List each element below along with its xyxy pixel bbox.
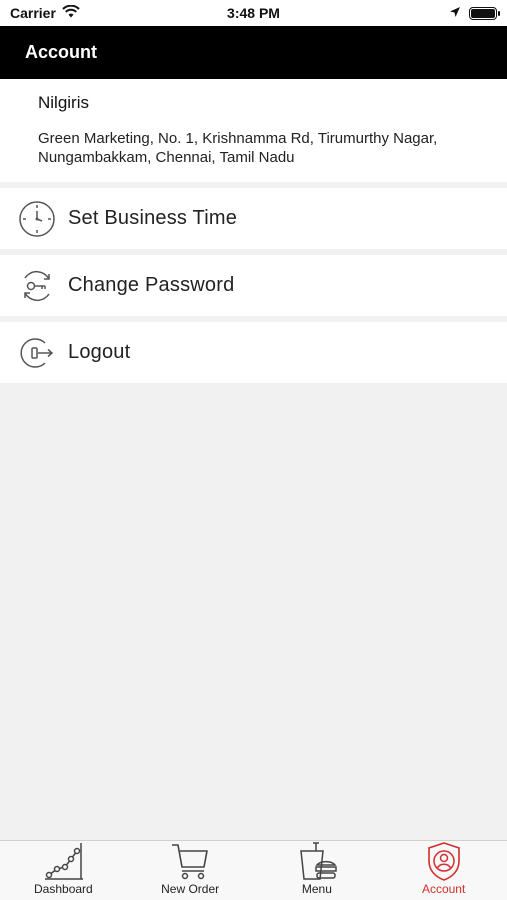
business-address: Green Marketing, No. 1, Krishnamma Rd, T… <box>38 129 469 167</box>
status-right <box>449 5 500 21</box>
app-header: Account <box>0 26 507 79</box>
logout-label: Logout <box>68 341 131 363</box>
key-refresh-icon <box>18 267 56 305</box>
logout-row[interactable]: Logout <box>0 322 507 383</box>
set-business-time-label: Set Business Time <box>68 207 238 229</box>
carrier-label: Carrier <box>10 5 56 21</box>
tab-bar: Dashboard New Order Menu Account <box>0 840 507 900</box>
clock-icon <box>18 200 56 238</box>
business-name: Nilgiris <box>38 93 89 112</box>
page-title: Account <box>25 42 97 62</box>
logout-icon <box>18 334 56 372</box>
tab-new-order-label: New Order <box>161 882 220 896</box>
cart-icon <box>168 841 212 881</box>
food-icon <box>295 841 339 881</box>
change-password-label: Change Password <box>68 274 235 296</box>
tab-account-label: Account <box>421 882 466 896</box>
tab-dashboard-label: Dashboard <box>34 882 93 896</box>
status-left: Carrier <box>10 4 80 21</box>
location-arrow-icon <box>449 5 461 21</box>
tab-account[interactable]: Account <box>380 841 507 900</box>
set-business-time-row[interactable]: Set Business Time <box>0 188 507 249</box>
battery-icon <box>469 6 500 20</box>
tab-menu-label: Menu <box>301 882 332 896</box>
tab-new-order[interactable]: New Order <box>127 841 254 900</box>
tab-menu[interactable]: Menu <box>254 841 381 900</box>
business-address-line1: Green Marketing, No. 1, Krishnamma Rd, T… <box>38 130 438 147</box>
change-password-row[interactable]: Change Password <box>0 255 507 316</box>
chart-line-icon <box>41 841 85 881</box>
account-shield-icon <box>422 841 466 881</box>
tab-dashboard[interactable]: Dashboard <box>0 841 127 900</box>
wifi-icon <box>62 4 80 21</box>
business-address-line2: Nungambakkam, Chennai, Tamil Nadu <box>38 149 295 166</box>
status-bar: Carrier 3:48 PM <box>0 0 507 26</box>
business-info-card: Nilgiris Green Marketing, No. 1, Krishna… <box>0 79 507 182</box>
